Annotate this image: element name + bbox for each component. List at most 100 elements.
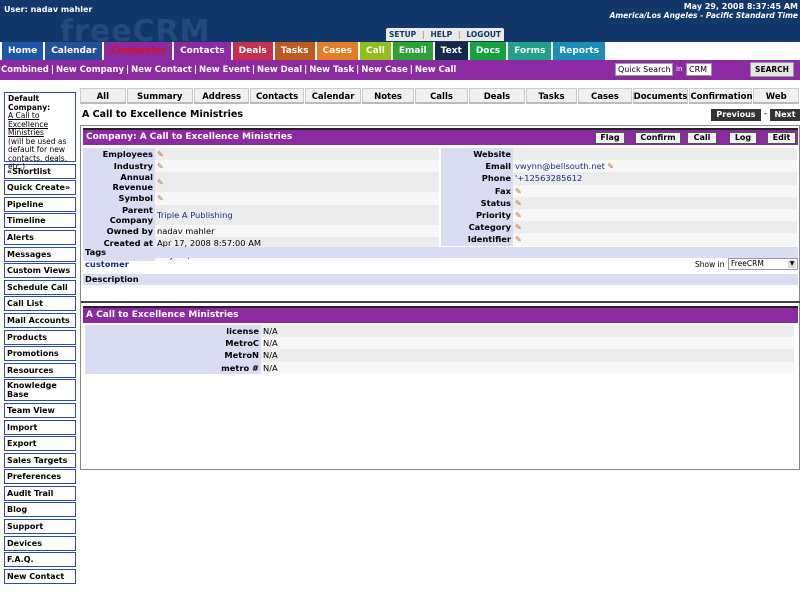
sidebar-item-messages[interactable]: Messages: [4, 246, 76, 262]
setup-link[interactable]: SETUP: [389, 30, 416, 39]
tab-calendar[interactable]: Calendar: [45, 42, 105, 60]
pencil-icon[interactable]: ✎: [515, 187, 522, 196]
log-button[interactable]: Log: [729, 132, 757, 144]
sidebar-item-mail-accounts[interactable]: Mail Accounts: [4, 312, 76, 328]
help-link[interactable]: HELP: [430, 30, 452, 39]
tab-tasks[interactable]: Tasks: [274, 42, 317, 60]
custom-field-value: N/A: [261, 337, 794, 350]
field-value-text[interactable]: vwynn@bellsouth.net: [515, 161, 605, 171]
search-scope-select[interactable]: CRM: [686, 63, 712, 76]
pencil-icon[interactable]: ✎: [515, 223, 522, 232]
subtab-documents[interactable]: Documents: [632, 88, 689, 104]
tab-email[interactable]: Email: [392, 42, 435, 60]
pencil-icon[interactable]: ✎: [515, 211, 522, 220]
field-label-phone: Phone: [441, 172, 513, 185]
subtab-contacts[interactable]: Contacts: [250, 88, 304, 104]
sidebar-item-devices[interactable]: Devices: [4, 535, 76, 551]
logout-link[interactable]: LOGOUT: [466, 30, 501, 39]
field-label-owned-by: Owned by: [83, 224, 155, 237]
quick-link-new-contact[interactable]: New Contact: [131, 65, 192, 75]
quick-link-new-deal[interactable]: New Deal: [257, 65, 302, 75]
quick-search-input[interactable]: Quick Search: [615, 63, 673, 76]
pencil-icon[interactable]: ✎: [157, 194, 164, 203]
sidebar-item-new-contact[interactable]: New Contact: [4, 568, 76, 584]
tab-contacts[interactable]: Contacts: [174, 42, 233, 60]
tab-cases[interactable]: Cases: [316, 42, 361, 60]
sidebar-item-resources[interactable]: Resources: [4, 362, 76, 378]
tab-call[interactable]: Call: [360, 42, 393, 60]
sidebar-item-preferences[interactable]: Preferences: [4, 469, 76, 485]
tab-forms[interactable]: Forms: [508, 42, 554, 60]
pencil-icon[interactable]: ✎: [515, 199, 522, 208]
tab-text[interactable]: Text: [434, 42, 470, 60]
next-button[interactable]: Next: [770, 109, 800, 121]
subtab-all[interactable]: All: [80, 88, 126, 104]
subtab-notes[interactable]: Notes: [362, 88, 414, 104]
subtab-web[interactable]: Web: [753, 88, 799, 104]
tab-reports[interactable]: Reports: [553, 42, 608, 60]
quick-link-new-call[interactable]: New Call: [415, 65, 457, 75]
subtab-calls[interactable]: Calls: [414, 88, 469, 104]
sidebar-item-import[interactable]: Import: [4, 419, 76, 435]
sidebar-item-promotions[interactable]: Promotions: [4, 346, 76, 362]
subtab-confirmations[interactable]: Confirmations: [689, 88, 758, 104]
tab-deals[interactable]: Deals: [232, 42, 275, 60]
top-links: SETUP | HELP | LOGOUT: [386, 28, 504, 41]
sidebar-item-support[interactable]: Support: [4, 519, 76, 535]
pencil-icon[interactable]: ✎: [157, 162, 164, 171]
tab-companies[interactable]: Companies: [104, 42, 175, 60]
tab-home[interactable]: Home: [2, 42, 46, 60]
quick-link-combined[interactable]: Combined: [1, 65, 49, 75]
pencil-icon[interactable]: ✎: [157, 178, 164, 187]
default-company-link[interactable]: A Call to Excellence Ministries: [8, 111, 72, 138]
field-value-identifier: ✎: [513, 233, 797, 246]
quick-link-new-task[interactable]: New Task: [309, 65, 354, 75]
field-row: Email vwynn@bellsouth.net ✎: [441, 160, 797, 173]
field-value-text[interactable]: Triple A Publishing: [157, 210, 233, 220]
confirm-button[interactable]: Confirm: [635, 132, 681, 144]
subtab-calendar[interactable]: Calendar: [304, 88, 362, 104]
sidebar-item-team-view[interactable]: Team View: [4, 402, 76, 418]
sidebar-item-pipeline[interactable]: Pipeline: [4, 196, 76, 212]
field-value-industry: ✎: [155, 160, 439, 173]
tag-link[interactable]: customer: [85, 259, 129, 269]
sidebar-item-call-list[interactable]: Call List: [4, 296, 76, 312]
subtab-tasks[interactable]: Tasks: [525, 88, 578, 104]
call-button[interactable]: Call: [687, 132, 717, 144]
sidebar-item-blog[interactable]: Blog: [4, 502, 76, 518]
tab-docs[interactable]: Docs: [469, 42, 509, 60]
field-value-phone: '+12563285612: [513, 172, 797, 185]
flag-button[interactable]: Flag: [595, 132, 625, 144]
top-header: User: nadav mahler freeCRM May 29, 2008 …: [0, 0, 800, 49]
custom-field-value: N/A: [261, 349, 794, 362]
nav-separator: -: [764, 109, 768, 119]
show-in-select[interactable]: FreeCRM ▼: [728, 258, 798, 270]
sidebar-item-audit-trail[interactable]: Audit Trail: [4, 485, 76, 501]
sidebar-item-custom-views[interactable]: Custom Views: [4, 263, 76, 279]
pencil-icon[interactable]: ✎: [157, 150, 164, 159]
subtab-cases[interactable]: Cases: [578, 88, 632, 104]
quick-link-new-case[interactable]: New Case: [361, 65, 408, 75]
sidebar-item-shortlist[interactable]: «Shortlist: [4, 163, 76, 179]
record-subtabs: All Summary Address Contacts Calendar Notes Ca…: [80, 88, 800, 104]
search-button[interactable]: SEARCH: [750, 62, 794, 77]
edit-button[interactable]: Edit: [767, 132, 796, 144]
previous-button[interactable]: Previous: [711, 109, 761, 121]
subtab-deals[interactable]: Deals: [469, 88, 525, 104]
subtab-summary[interactable]: Summary: [126, 88, 193, 104]
quick-link-new-event[interactable]: New Event: [199, 65, 250, 75]
pencil-icon[interactable]: ✎: [605, 162, 614, 171]
sidebar-item-timeline[interactable]: Timeline: [4, 213, 76, 229]
sidebar-item-quick-create[interactable]: Quick Create»: [4, 180, 76, 196]
quick-links-bar: Combined | New Company | New Contact | New Eve…: [0, 60, 800, 80]
sidebar-item-products[interactable]: Products: [4, 329, 76, 345]
sidebar-item-schedule-call[interactable]: Schedule Call: [4, 279, 76, 295]
sidebar-item-f-a-q[interactable]: F.A.Q.: [4, 552, 76, 568]
sidebar-item-sales-targets[interactable]: Sales Targets: [4, 452, 76, 468]
sidebar-item-alerts[interactable]: Alerts: [4, 229, 76, 245]
sidebar-item-knowledge-base[interactable]: Knowledge Base: [4, 379, 76, 402]
pencil-icon[interactable]: ✎: [515, 235, 522, 244]
sidebar-item-export[interactable]: Export: [4, 436, 76, 452]
quick-link-new-company[interactable]: New Company: [56, 65, 124, 75]
subtab-address[interactable]: Address: [193, 88, 250, 104]
